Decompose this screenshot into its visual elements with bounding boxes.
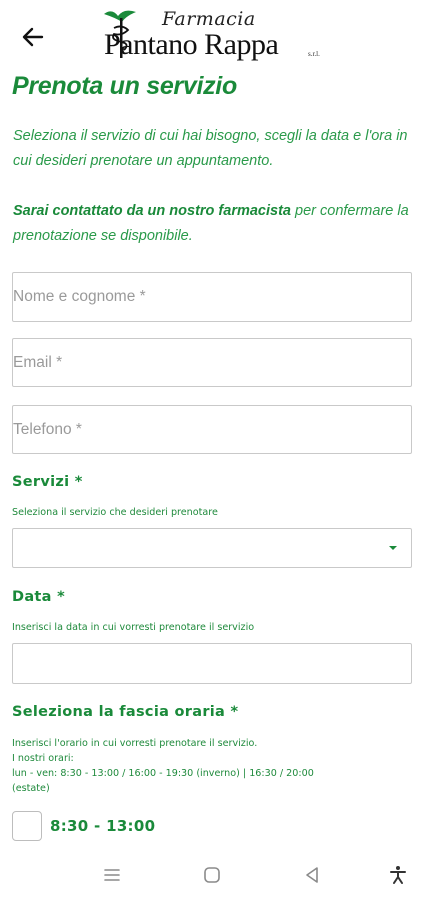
contact-note-strong: Sarai contattato da un nostro farmacista	[13, 203, 291, 219]
date-input[interactable]	[13, 644, 411, 683]
services-help: Seleziona il servizio che desideri preno…	[12, 507, 218, 518]
opening-hours-weekdays: lun - ven: 8:30 - 13:00 / 16:00 - 19:30 …	[12, 768, 314, 779]
arrow-left-icon	[22, 27, 44, 47]
email-input[interactable]	[13, 339, 411, 386]
date-field[interactable]	[12, 643, 412, 684]
timeslot-option[interactable]: 8:30 - 13:00	[12, 811, 155, 841]
services-select[interactable]	[12, 528, 412, 568]
accessibility-icon	[390, 866, 406, 884]
home-button[interactable]	[200, 863, 224, 887]
opening-hours-heading: I nostri orari:	[12, 753, 74, 764]
back-button[interactable]	[18, 22, 50, 52]
name-input[interactable]	[13, 273, 411, 321]
recents-icon	[104, 869, 120, 881]
timeslot-label: Seleziona la fascia oraria *	[12, 704, 239, 720]
timeslot-help-line: Inserisci l'orario in cui vorresti preno…	[12, 738, 258, 749]
logo-name-text: Pantano Rappa	[104, 28, 279, 61]
name-field[interactable]	[12, 272, 412, 322]
system-back-button[interactable]	[300, 863, 324, 887]
opening-hours-summer: (estate)	[12, 783, 50, 794]
accessibility-button[interactable]	[386, 863, 410, 887]
home-icon	[204, 867, 220, 883]
app-header: Farmacia Pantano Rappa s.r.l.	[0, 0, 424, 70]
date-label: Data *	[12, 589, 65, 605]
timeslot-help: Inserisci l'orario in cui vorresti preno…	[12, 736, 412, 796]
caret-down-icon	[389, 546, 397, 550]
phone-field[interactable]	[12, 405, 412, 454]
logo-script-text: Farmacia	[162, 8, 256, 30]
page-title: Prenota un servizio	[12, 72, 237, 100]
contact-note: Sarai contattato da un nostro farmacista…	[13, 199, 411, 249]
intro-text: Seleziona il servizio di cui hai bisogno…	[13, 128, 408, 169]
recents-button[interactable]	[100, 863, 124, 887]
services-label: Servizi *	[12, 474, 83, 490]
phone-input[interactable]	[13, 406, 411, 453]
logo-suffix: s.r.l.	[308, 50, 320, 58]
email-field[interactable]	[12, 338, 412, 387]
pharmacy-logo: Farmacia Pantano Rappa s.r.l.	[100, 6, 340, 66]
system-navigation-bar	[0, 850, 424, 900]
timeslot-option-label: 8:30 - 13:00	[50, 817, 156, 835]
back-triangle-icon	[306, 867, 318, 883]
timeslot-checkbox[interactable]	[12, 811, 42, 841]
date-help: Inserisci la data in cui vorresti prenot…	[12, 622, 255, 633]
